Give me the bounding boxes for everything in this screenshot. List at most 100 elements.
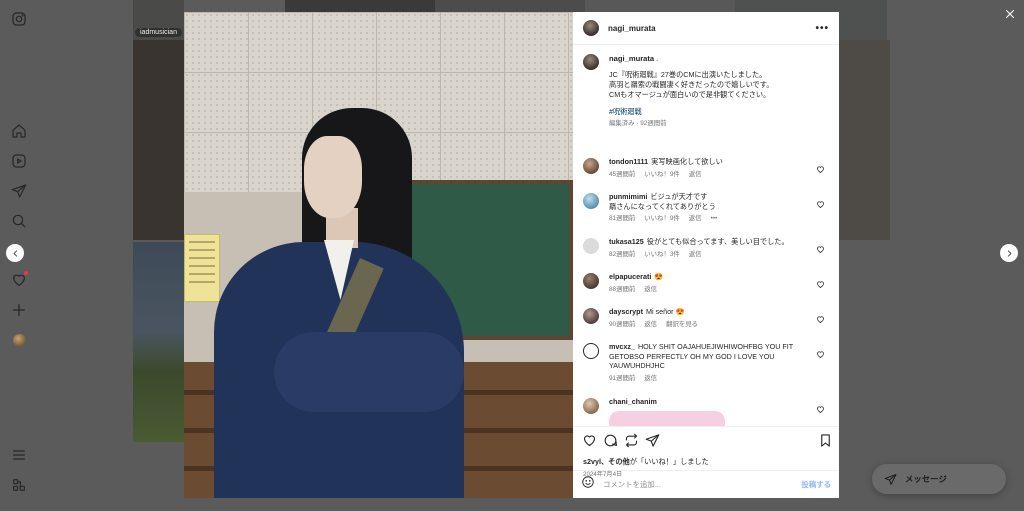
close-icon[interactable] — [1001, 5, 1019, 23]
repost-icon[interactable] — [624, 433, 640, 449]
comment-like-heart-icon[interactable] — [816, 346, 825, 358]
grid-tile[interactable] — [133, 242, 184, 442]
comment-likes[interactable]: いいね！3件 — [644, 251, 680, 258]
direct-icon[interactable] — [10, 182, 28, 200]
author-username[interactable]: nagi_murata — [608, 24, 815, 33]
comment-bubble-icon[interactable] — [603, 433, 619, 449]
messages-label: メッセージ — [905, 474, 947, 484]
comment-text-line: 羂さんになってくれてありがとう — [609, 201, 716, 211]
comment-like-heart-icon[interactable] — [816, 401, 825, 413]
comment-item: dayscrypt Mi señor 😍 90週間前 返信 翻訳を見る — [583, 307, 833, 329]
comment-like-heart-icon[interactable] — [816, 276, 825, 288]
photo-person-face — [304, 136, 362, 218]
comment-time: 90週間前 — [609, 320, 636, 328]
commenter-avatar[interactable] — [583, 273, 599, 289]
save-bookmark-icon[interactable] — [818, 433, 834, 449]
comment-text: ビジュが天才です — [650, 192, 708, 201]
likes-names[interactable]: s2vyl、その他 — [583, 457, 630, 466]
grid-tile[interactable] — [285, 0, 435, 12]
grid-tile[interactable] — [585, 0, 735, 12]
reply-button[interactable]: 返信 — [644, 375, 657, 382]
commenter-avatar[interactable] — [583, 193, 599, 209]
post-caption: nagi_murata . JC『呪術廻戦』27巻のCMに出演いたしました。 高… — [583, 54, 833, 129]
comment-item: punmimimi ビジュが天才です 羂さんになってくれてありがとう 81週間前 い… — [583, 192, 833, 224]
threads-icon[interactable] — [10, 476, 28, 494]
menu-icon[interactable] — [10, 446, 28, 464]
commenter-avatar[interactable] — [583, 343, 599, 359]
comment-likes[interactable]: いいね！9件 — [644, 215, 680, 222]
commenter-avatar[interactable] — [583, 398, 599, 414]
home-icon[interactable] — [10, 122, 28, 140]
comment-likes[interactable]: いいね！9件 — [644, 171, 680, 178]
notifications-heart-icon[interactable] — [10, 271, 28, 289]
comment-time: 88週間前 — [609, 285, 636, 293]
comment-like-heart-icon[interactable] — [816, 196, 825, 208]
translate-link[interactable]: 翻訳を見る — [666, 321, 698, 328]
comment-image-attachment[interactable] — [609, 411, 725, 426]
comment-text-line: YAUWUHDHJHC — [609, 361, 665, 370]
comment-like-heart-icon[interactable] — [816, 161, 825, 173]
profile-avatar[interactable] — [10, 331, 28, 349]
previous-post-arrow-icon[interactable] — [6, 244, 24, 262]
commenter-avatar[interactable] — [583, 238, 599, 254]
reply-button[interactable]: 返信 — [689, 215, 702, 222]
create-plus-icon[interactable] — [10, 301, 28, 319]
share-send-icon[interactable] — [645, 433, 661, 449]
search-icon[interactable] — [10, 212, 28, 230]
reply-button[interactable]: 返信 — [644, 321, 657, 328]
commenter-username[interactable]: tukasa125 — [609, 237, 644, 246]
commenter-avatar[interactable] — [583, 308, 599, 324]
reply-button[interactable]: 返信 — [689, 251, 702, 258]
comment-item: chani_chanim — [583, 397, 833, 414]
comment-meta: 81週間前 いいね！9件 返信 ••• — [609, 214, 819, 224]
commenter-username[interactable]: mvcxz_ — [609, 342, 635, 351]
commenter-username[interactable]: dayscrypt — [609, 307, 643, 316]
caption-line: JC『呪術廻戦』27巻のCMに出演いたしました。 — [609, 70, 767, 79]
grid-tile[interactable] — [435, 0, 585, 12]
likes-summary[interactable]: s2vyl、その他が「いいね！」しました — [583, 457, 709, 467]
comment-like-heart-icon[interactable] — [816, 241, 825, 253]
emoji-smile-icon[interactable] — [581, 475, 595, 494]
post-comment-button[interactable]: 投稿する — [801, 479, 831, 490]
comment-text: Mi señor 😍 — [645, 307, 685, 316]
commenter-username[interactable]: tondon1111 — [609, 157, 648, 166]
grid-tile[interactable] — [133, 40, 184, 240]
comments-scroll-area[interactable]: nagi_murata . JC『呪術廻戦』27巻のCMに出演いたしました。 高… — [573, 45, 839, 426]
caption-hashtag-link[interactable]: #呪術廻戦 — [609, 107, 833, 117]
messages-send-icon — [884, 473, 897, 485]
post-detail-panel: nagi_murata ••• nagi_murata . JC『呪術廻戦』27… — [573, 12, 839, 498]
notification-dot — [24, 271, 28, 275]
comment-time: 45週間前 — [609, 170, 636, 178]
reels-icon[interactable] — [10, 152, 28, 170]
comment-more-icon[interactable]: ••• — [711, 215, 718, 222]
author-avatar[interactable] — [583, 20, 599, 36]
caption-author-avatar[interactable] — [583, 54, 599, 70]
caption-username[interactable]: nagi_murata — [609, 54, 654, 63]
commenter-username[interactable]: elpapucerati — [609, 272, 651, 281]
comment-input-bar: 投稿する — [573, 470, 839, 498]
like-heart-icon[interactable] — [582, 433, 598, 449]
post-header: nagi_murata ••• — [573, 12, 839, 45]
commenter-username[interactable]: chani_chanim — [609, 397, 657, 406]
comment-item: tukasa125 役がとても似合ってます、美しい目でした。 82週間前 いいね！3… — [583, 237, 833, 259]
messages-button[interactable]: メッセージ — [872, 464, 1006, 494]
commenter-avatar[interactable] — [583, 158, 599, 174]
comment-time: 81週間前 — [609, 215, 636, 222]
post-photo[interactable] — [184, 12, 573, 498]
comment-text: 役がとても似合ってます、美しい目でした。 — [646, 237, 789, 246]
comment-item: mvcxz_ HOLY SHIT OAJAHUEJIWHIWOHFBG YOU F… — [583, 342, 833, 383]
reply-button[interactable]: 返信 — [644, 286, 657, 293]
reply-button[interactable]: 返信 — [689, 171, 702, 178]
next-post-arrow-icon[interactable] — [1000, 244, 1018, 262]
instagram-logo-icon[interactable] — [10, 10, 28, 28]
more-options-icon[interactable]: ••• — [815, 23, 829, 34]
commenter-username[interactable]: punmimimi — [609, 192, 647, 201]
caption-meta: 編集済み · 92週間前 — [609, 120, 667, 127]
grid-tile[interactable]: iadmusician — [133, 0, 184, 40]
comment-input[interactable] — [603, 480, 802, 489]
comment-like-heart-icon[interactable] — [816, 311, 825, 323]
photo-notice-paper — [184, 234, 220, 302]
comment-meta: 90週間前 返信 翻訳を見る — [609, 320, 819, 330]
comment-text-line: GETOBSO PERFECTLY OH MY GOD I LOVE YOU — [609, 351, 775, 361]
grid-tile[interactable] — [839, 40, 890, 240]
